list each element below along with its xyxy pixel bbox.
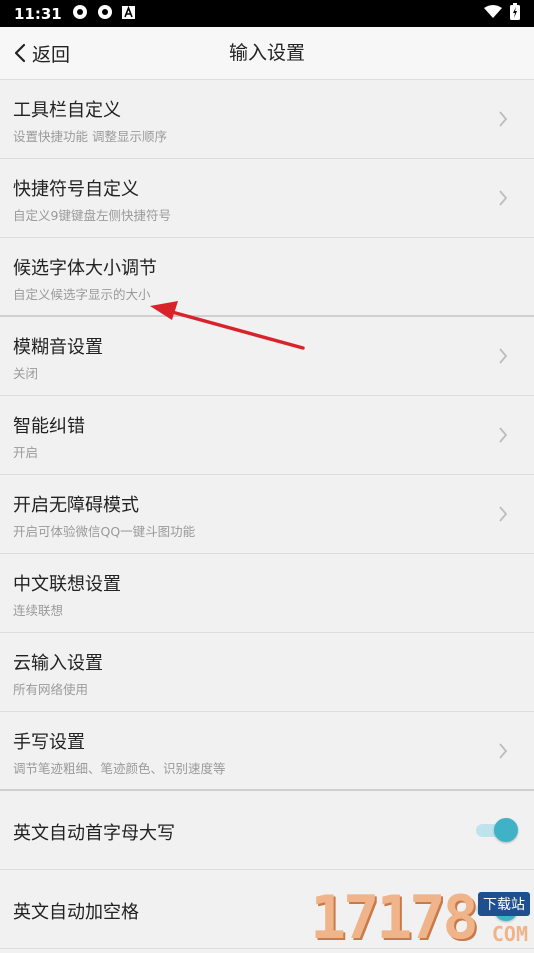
setting-title: 候选字体大小调节 xyxy=(13,258,157,279)
chevron-right-icon xyxy=(499,348,508,364)
watermark-number: 17178 xyxy=(310,883,479,953)
setting-title: 模糊音设置 xyxy=(13,337,103,358)
chevron-right-icon xyxy=(499,427,508,443)
chevron-right-icon xyxy=(499,743,508,759)
setting-chinese-association[interactable]: 中文联想设置 连续联想 xyxy=(0,554,534,633)
setting-subtitle: 关闭 xyxy=(13,366,39,381)
back-label: 返回 xyxy=(32,43,71,66)
setting-smart-correction[interactable]: 智能纠错 开启 xyxy=(0,396,534,475)
setting-subtitle: 开启可体验微信QQ一键斗图功能 xyxy=(13,524,196,539)
setting-title: 开启无障碍模式 xyxy=(13,495,139,516)
watermark-suffix: COM xyxy=(491,922,528,946)
battery-icon xyxy=(510,3,520,24)
setting-title: 快捷符号自定义 xyxy=(13,179,139,200)
app-header: 返回 输入设置 xyxy=(0,27,534,80)
setting-title: 英文自动加空格 xyxy=(13,902,139,923)
setting-handwriting[interactable]: 手写设置 调节笔迹粗细、笔迹颜色、识别速度等 xyxy=(0,712,534,791)
setting-auto-capitalize[interactable]: 英文自动首字母大写 xyxy=(0,791,534,870)
page-title: 输入设置 xyxy=(228,42,305,64)
watermark-logo: 17178 下载站 COM xyxy=(306,886,534,950)
status-bar: 11:31 xyxy=(0,0,534,27)
chevron-right-icon xyxy=(499,111,508,127)
setting-subtitle: 自定义候选字显示的大小 xyxy=(13,287,151,302)
chevron-right-icon xyxy=(499,506,508,522)
setting-subtitle: 连续联想 xyxy=(13,603,64,618)
setting-title: 工具栏自定义 xyxy=(13,100,121,121)
setting-title: 手写设置 xyxy=(13,732,85,753)
setting-subtitle: 自定义9键键盘左侧快捷符号 xyxy=(13,208,171,223)
wifi-icon xyxy=(484,4,502,23)
setting-subtitle: 所有网络使用 xyxy=(13,682,89,697)
app-notification-icon-2 xyxy=(97,4,113,24)
setting-title: 中文联想设置 xyxy=(13,574,121,595)
setting-subtitle: 调节笔迹粗细、笔迹颜色、识别速度等 xyxy=(13,761,226,776)
back-button[interactable]: 返回 xyxy=(14,27,70,79)
setting-title: 智能纠错 xyxy=(13,416,85,437)
watermark-tag: 下载站 xyxy=(478,892,530,916)
setting-accessibility-mode[interactable]: 开启无障碍模式 开启可体验微信QQ一键斗图功能 xyxy=(0,475,534,554)
setting-title: 英文自动首字母大写 xyxy=(13,823,175,844)
auto-capitalize-toggle[interactable] xyxy=(474,816,518,844)
app-notification-icon xyxy=(72,4,88,24)
chevron-left-icon xyxy=(14,43,26,63)
status-time: 11:31 xyxy=(14,4,62,23)
setting-toolbar-custom[interactable]: 工具栏自定义 设置快捷功能 调整显示顺序 xyxy=(0,80,534,159)
chevron-right-icon xyxy=(499,190,508,206)
setting-title: 云输入设置 xyxy=(13,653,103,674)
setting-candidate-font-size[interactable]: 候选字体大小调节 自定义候选字显示的大小 xyxy=(0,238,534,317)
setting-shortcut-symbols[interactable]: 快捷符号自定义 自定义9键键盘左侧快捷符号 xyxy=(0,159,534,238)
settings-list: 工具栏自定义 设置快捷功能 调整显示顺序 快捷符号自定义 自定义9键键盘左侧快捷… xyxy=(0,80,534,949)
a-badge-icon xyxy=(121,5,135,23)
setting-cloud-input[interactable]: 云输入设置 所有网络使用 xyxy=(0,633,534,712)
setting-subtitle: 开启 xyxy=(13,445,39,460)
setting-fuzzy-pinyin[interactable]: 模糊音设置 关闭 xyxy=(0,317,534,396)
setting-subtitle: 设置快捷功能 调整显示顺序 xyxy=(13,129,167,144)
